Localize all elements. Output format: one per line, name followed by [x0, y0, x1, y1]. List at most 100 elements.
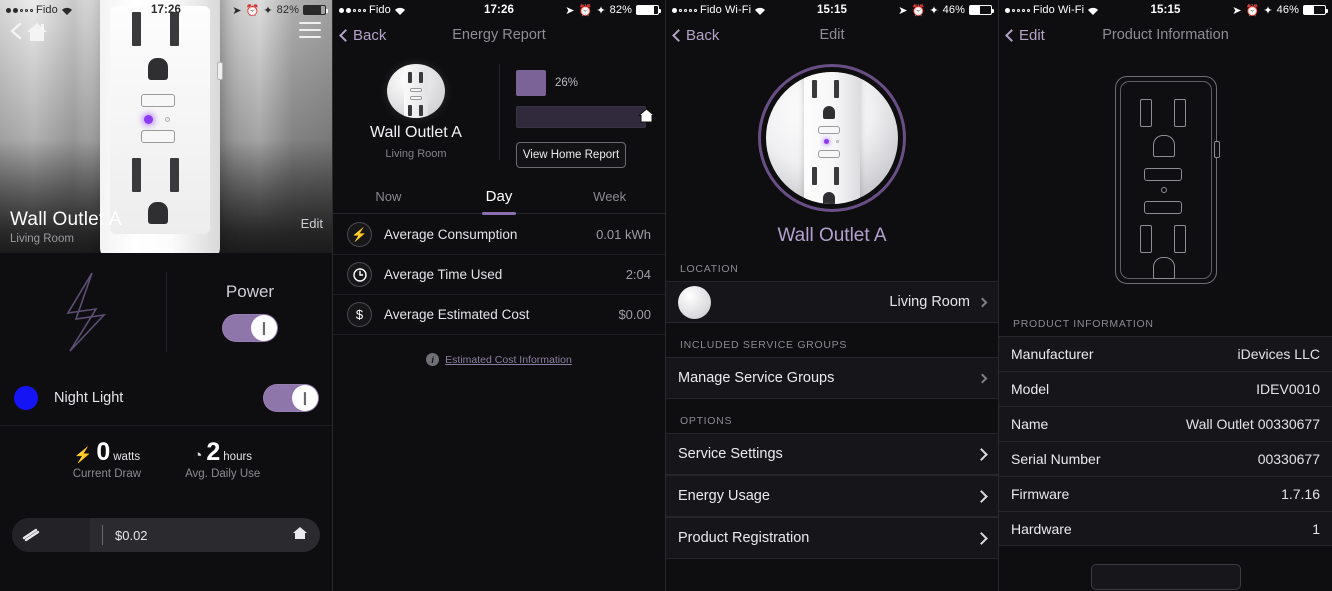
energy-glyph-cell	[0, 269, 166, 355]
device-share-label: 26%	[555, 77, 579, 89]
nav-bar: Edit Product Information	[999, 20, 1332, 50]
status-bar-clock: 15:15	[817, 4, 847, 16]
back-button[interactable]: Back	[672, 27, 719, 44]
power-toggle-cell: Power ❙	[167, 282, 332, 342]
outlet-slot	[1173, 99, 1186, 127]
home-icon	[637, 108, 656, 128]
reset-pinhole-icon	[836, 140, 839, 143]
room-thumbnail	[678, 285, 711, 319]
list-item[interactable]: Average Time Used 2:04	[333, 255, 665, 295]
outlet-slot	[1173, 225, 1186, 253]
row-value-group	[977, 373, 988, 383]
table-row: Firmware 1.7.16	[999, 476, 1332, 511]
back-label: Edit	[1019, 26, 1045, 44]
row-energy-usage[interactable]: Energy Usage	[666, 475, 998, 517]
outlet-rocker-top	[818, 126, 840, 134]
panel-edit: Fido Wi-Fi 15:15 ➤ ⏰ ✦ 46% Back Edit Wal…	[666, 0, 999, 591]
section-header-options: OPTIONS	[680, 415, 733, 427]
product-information-table: Manufacturer iDevices LLC Model IDEV0010…	[999, 336, 1332, 546]
status-bar: Fido 17:26 ➤ ⏰ ✦ 82%	[333, 0, 665, 20]
stat-caption: Current Draw	[72, 468, 142, 480]
chevron-left-icon	[1005, 28, 1018, 42]
edit-button[interactable]: Edit	[301, 216, 323, 231]
tab-now[interactable]: Now	[333, 180, 444, 213]
row-value-group	[975, 531, 988, 545]
list-item[interactable]: ⚡ Average Consumption 0.01 kWh	[333, 215, 665, 255]
table-row: Serial Number 00330677	[999, 441, 1332, 476]
field-value: 00330677	[1257, 451, 1320, 467]
power-section: Power ❙	[0, 253, 332, 370]
field-value: 1	[1312, 520, 1320, 537]
field-value: IDEV0010	[1256, 381, 1320, 397]
outlet-rocker-bottom	[141, 130, 175, 143]
nightlight-toggle-knob: ❙	[292, 384, 318, 411]
nightlight-color-swatch[interactable]	[14, 385, 38, 410]
outlet-side-tab	[1213, 141, 1220, 158]
energy-metrics-list: ⚡ Average Consumption 0.01 kWh Average T…	[333, 215, 665, 335]
row-manage-service-groups[interactable]: Manage Service Groups	[666, 357, 998, 399]
outlet-line-drawing	[999, 50, 1332, 302]
row-value-group	[975, 447, 988, 461]
battery-icon	[969, 5, 994, 15]
screenshot-strip: Fido 17:26 ➤ ⏰ ✦ 82% Wall Outlet A Livin…	[0, 0, 1332, 591]
outlet-ground-hole	[1152, 257, 1175, 279]
row-service-settings[interactable]: Service Settings	[666, 433, 998, 475]
outlet-slot	[408, 105, 412, 116]
outlet-rocker-top	[141, 94, 175, 107]
status-bar-clock: 17:26	[484, 4, 514, 16]
nightlight-label: Night Light	[54, 389, 124, 406]
outlet-ground-hole	[148, 202, 168, 224]
outlet-rocker-bottom	[818, 150, 840, 158]
table-row: Hardware 1	[999, 511, 1332, 546]
table-row: Manufacturer iDevices LLC	[999, 336, 1332, 371]
tab-week[interactable]: Week	[554, 180, 665, 213]
back-button[interactable]	[8, 22, 24, 45]
field-value: Wall Outlet 00330677	[1185, 416, 1320, 432]
chevron-left-icon	[672, 28, 685, 42]
estimated-cost-info-link[interactable]: i Estimated Cost Information	[333, 353, 665, 366]
tab-day[interactable]: Day	[444, 180, 555, 213]
home-total-bar	[516, 106, 646, 128]
home-button[interactable]	[26, 22, 48, 47]
lightning-bolt-icon: ⚡	[73, 447, 93, 464]
row-value-group	[975, 489, 988, 503]
device-share-bar	[516, 70, 546, 96]
back-button[interactable]: Back	[339, 27, 386, 44]
list-item[interactable]: $ Average Estimated Cost $0.00	[333, 295, 665, 335]
table-row: Name Wall Outlet 00330677	[999, 406, 1332, 441]
hamburger-menu-button[interactable]	[299, 22, 321, 43]
outlet-photo	[766, 72, 898, 204]
outlet-rocker-bottom	[410, 96, 422, 100]
chevron-right-icon	[977, 297, 988, 307]
stat-current-draw: ⚡ 0 watts Current Draw	[72, 440, 142, 481]
back-button[interactable]: Edit	[1005, 26, 1045, 44]
row-product-registration[interactable]: Product Registration	[666, 517, 998, 559]
page-title: Product Information	[1102, 27, 1229, 43]
stat-unit: watts	[113, 451, 141, 463]
field-key: Firmware	[1011, 486, 1070, 502]
outlet-ground-hole	[823, 106, 835, 119]
field-value: iDevices LLC	[1237, 346, 1320, 362]
nav-bar: Back Energy Report	[333, 20, 665, 50]
view-home-report-button[interactable]: View Home Report	[516, 142, 626, 168]
device-name: Wall Outlet A	[777, 225, 887, 246]
bottom-action-button[interactable]	[1090, 564, 1241, 590]
stats-row: ⚡ 0 watts Current Draw ◔ 2 hours Avg. Da…	[0, 440, 332, 481]
reset-pinhole-icon	[165, 117, 170, 122]
outlet-rocker-top	[1143, 168, 1182, 181]
nightlight-row[interactable]: Night Light ❙	[0, 370, 332, 426]
table-row: Model IDEV0010	[999, 371, 1332, 406]
row-label: Manage Service Groups	[678, 370, 835, 386]
field-key: Manufacturer	[1011, 346, 1094, 362]
outlet-slot	[132, 158, 141, 192]
power-toggle[interactable]: ❙	[222, 313, 278, 342]
chevron-right-icon	[977, 373, 988, 383]
status-bar-clock: 15:15	[1150, 4, 1181, 16]
outlet-slot	[812, 167, 817, 185]
cost-comparison-bar[interactable]: $0.02	[12, 518, 320, 552]
cost-bar-fill	[12, 518, 90, 552]
energy-icon	[22, 528, 40, 542]
row-location[interactable]: Living Room	[666, 281, 998, 323]
field-key: Serial Number	[1011, 451, 1101, 467]
nightlight-toggle[interactable]: ❙	[263, 383, 319, 412]
